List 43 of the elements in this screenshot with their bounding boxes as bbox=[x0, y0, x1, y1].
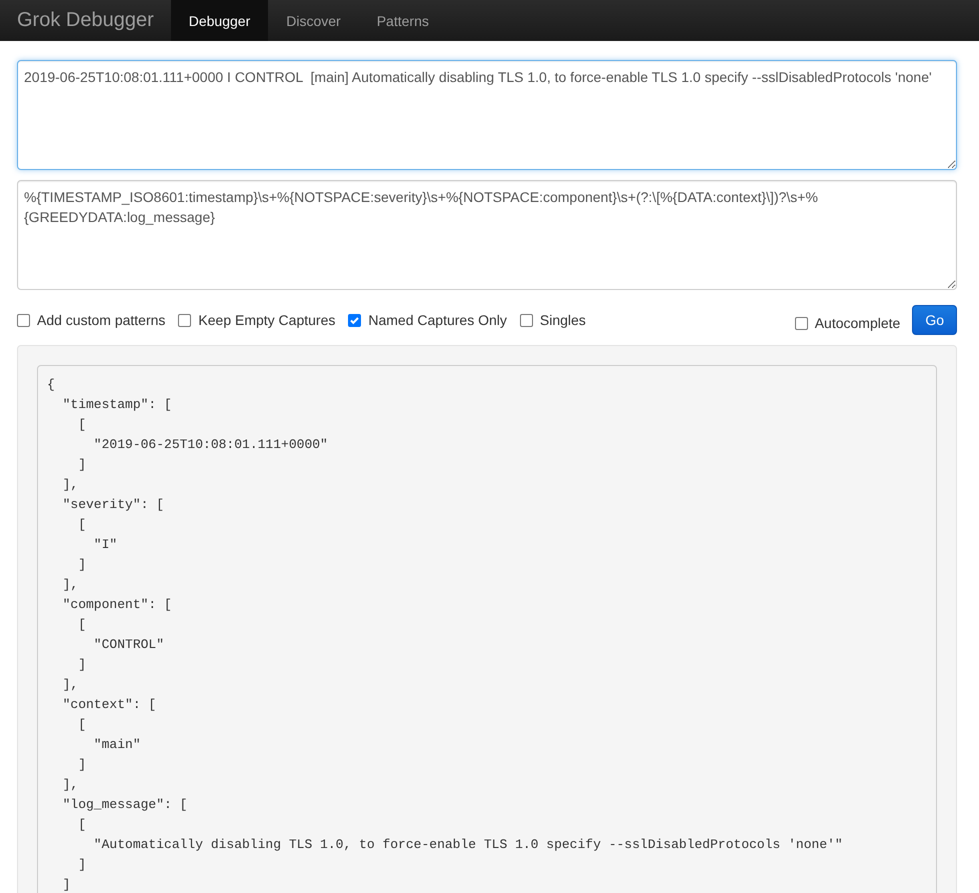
log-input-field[interactable]: 2019-06-25T10:08:01.111+0000 I CONTROL [main] Automatically disabling TLS 1.0, to force-enable TLS 1.0 specify --sslDisabledProtocols 'none' bbox=[17, 60, 957, 170]
checkbox[interactable] bbox=[794, 316, 808, 330]
nav-tab[interactable]: Discover bbox=[268, 0, 359, 41]
code-line: ], bbox=[62, 776, 80, 794]
nav-tab[interactable]: Debugger bbox=[170, 0, 268, 41]
go-button[interactable]: Go bbox=[912, 305, 957, 335]
checkbox[interactable] bbox=[520, 314, 533, 326]
code-line: "main" bbox=[92, 736, 142, 754]
checkbox-label[interactable]: Keep Empty Captures bbox=[198, 312, 336, 328]
code-line: ] bbox=[62, 876, 72, 893]
checkbox[interactable] bbox=[348, 314, 362, 326]
checkbox[interactable] bbox=[178, 314, 192, 326]
pattern-input-field[interactable]: %{TIMESTAMP_ISO8601:timestamp}\s+%{NOTSPACE:severity}\s+%{NOTSPACE:component}\s+(?:\[%{DATA:context}\])?\s+%{GREEDYDATA:log_message} bbox=[17, 180, 957, 290]
checkbox[interactable] bbox=[17, 314, 30, 326]
code-line: ] bbox=[77, 656, 88, 674]
code-line: ], bbox=[62, 676, 80, 694]
code-line: "I" bbox=[92, 536, 118, 554]
code-line: ] bbox=[77, 756, 88, 774]
checkbox-label[interactable]: Add custom patterns bbox=[37, 312, 166, 328]
code-line: [ bbox=[77, 816, 88, 834]
code-line: "Automatically disabling TLS 1.0, to force-enable TLS 1.0 specify --sslDisabledProtocols 'none'" bbox=[92, 836, 844, 854]
checkbox-label[interactable]: Singles bbox=[540, 312, 586, 328]
code-line: "component": [ bbox=[62, 596, 173, 614]
code-line: [ bbox=[77, 616, 88, 634]
code-line: [ bbox=[77, 716, 88, 734]
checkbox-label[interactable]: Autocomplete bbox=[814, 315, 900, 331]
checkbox-label[interactable]: Named Captures Only bbox=[368, 312, 507, 328]
code-line: { bbox=[47, 376, 56, 394]
code-line: "context": [ bbox=[62, 696, 158, 714]
app-title[interactable]: Grok Debugger bbox=[0, 0, 171, 41]
code-line: "CONTROL" bbox=[92, 636, 166, 654]
code-line: ], bbox=[62, 476, 80, 494]
code-line: "severity": [ bbox=[62, 496, 166, 514]
code-line: "log_message": [ bbox=[62, 796, 188, 814]
code-line: ] bbox=[77, 456, 88, 474]
code-line: "2019-06-25T10:08:01.111+0000" bbox=[92, 436, 329, 454]
code-line: "timestamp": [ bbox=[62, 396, 173, 414]
code-line: ], bbox=[62, 576, 80, 594]
code-line: ] bbox=[77, 856, 88, 874]
code-line: [ bbox=[77, 516, 88, 534]
nav-tab[interactable]: Patterns bbox=[358, 0, 447, 41]
code-line: ] bbox=[77, 556, 88, 574]
code-line: [ bbox=[77, 416, 88, 434]
